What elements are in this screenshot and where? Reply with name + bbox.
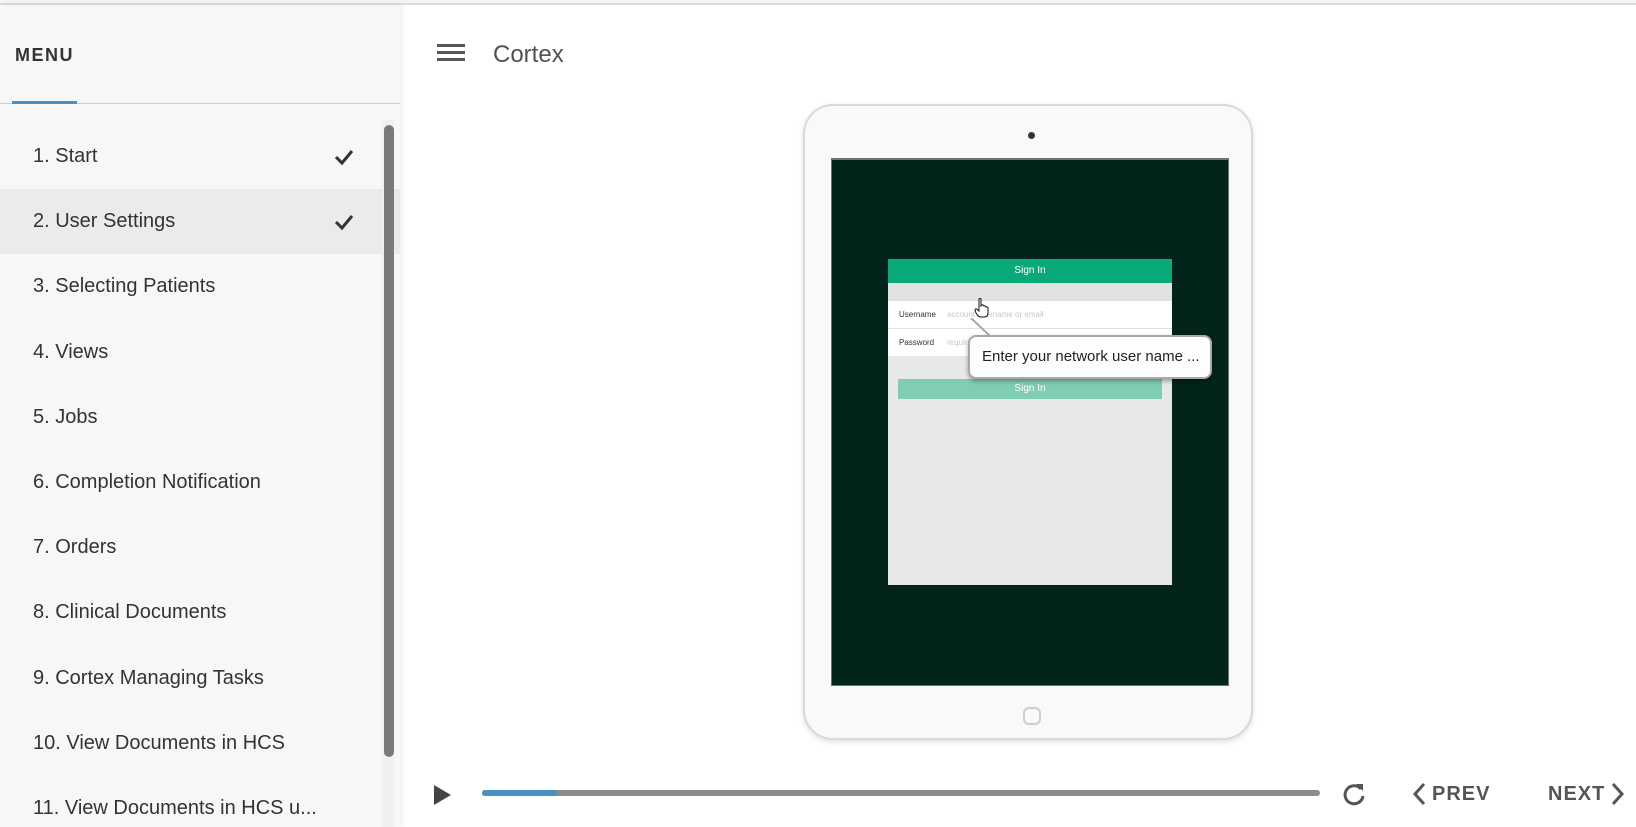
scrollbar-thumb[interactable] — [384, 125, 394, 757]
signin-header: Sign In — [888, 259, 1172, 283]
chevron-left-icon — [1412, 782, 1426, 806]
course-title: Cortex — [493, 41, 564, 68]
menu-item[interactable]: 10. View Documents in HCS — [0, 711, 400, 776]
callout-text: Enter your network user name ... — [982, 348, 1200, 365]
home-button-icon — [1023, 707, 1041, 725]
menu-item-label: 2. User Settings — [33, 210, 176, 233]
menu-tab-indicator — [12, 101, 77, 104]
menu-item-label: 6. Completion Notification — [33, 471, 261, 494]
camera-icon — [1028, 132, 1035, 139]
prev-button[interactable]: PREV — [1412, 780, 1490, 808]
username-label: Username — [899, 310, 936, 319]
password-label: Password — [899, 338, 935, 347]
username-row: Username — [888, 301, 1172, 329]
menu-item[interactable]: 4. Views — [0, 320, 400, 385]
menu-item[interactable]: 11. View Documents in HCS u... — [0, 776, 400, 827]
menu-item-label: 11. View Documents in HCS u... — [33, 796, 317, 819]
checkmark-icon — [334, 214, 354, 231]
callout-tooltip: Enter your network user name ... — [968, 335, 1212, 379]
progress-fill — [482, 790, 558, 796]
menu-item-label: 9. Cortex Managing Tasks — [33, 666, 264, 689]
prev-label: PREV — [1432, 782, 1491, 805]
next-label: NEXT — [1548, 782, 1606, 805]
menu-item[interactable]: 5. Jobs — [0, 385, 400, 450]
menu-item-label: 5. Jobs — [33, 405, 98, 428]
signin-button[interactable]: Sign In — [898, 379, 1162, 399]
menu-item-label: 8. Clinical Documents — [33, 601, 227, 624]
menu-item[interactable]: 7. Orders — [0, 515, 400, 580]
menu-list: 1. Start 2. User Settings 3. Selecting Pat… — [0, 124, 400, 827]
menu-item[interactable]: 6. Completion Notification — [0, 450, 400, 515]
menu-title[interactable]: MENU — [15, 45, 74, 66]
menu-item[interactable]: 9. Cortex Managing Tasks — [0, 646, 400, 711]
status-bar — [832, 159, 1228, 163]
checkmark-icon — [334, 149, 354, 165]
course-player: MENU 1. Start 2. User Settings 3. Selectin… — [0, 0, 1636, 827]
menu-item-label: 4. Views — [33, 340, 109, 363]
signin-panel: Sign In Username Password Sign In — [888, 259, 1172, 585]
sidebar-menu: MENU 1. Start 2. User Settings 3. Selectin… — [0, 5, 400, 827]
play-icon[interactable] — [431, 783, 453, 807]
menu-item-label: 3. Selecting Patients — [33, 275, 216, 298]
menu-item[interactable]: 1. Start — [0, 124, 400, 189]
tablet-screen: Sign In Username Password Sign In — [831, 158, 1229, 686]
signin-spacer — [888, 283, 1172, 301]
menu-header: MENU — [0, 5, 400, 104]
progress-bar[interactable] — [482, 790, 1320, 796]
menu-item-label: 10. View Documents in HCS — [33, 731, 285, 754]
hand-cursor-icon — [974, 298, 989, 318]
menu-item[interactable]: 2. User Settings — [0, 189, 400, 255]
menu-item[interactable]: 8. Clinical Documents — [0, 580, 400, 645]
next-button[interactable]: NEXT — [1548, 780, 1625, 808]
menu-item-label: 1. Start — [33, 145, 98, 168]
tablet-device: Sign In Username Password Sign In — [803, 104, 1253, 740]
hamburger-icon[interactable] — [437, 44, 465, 66]
menu-item-label: 7. Orders — [33, 536, 117, 559]
replay-icon[interactable] — [1341, 780, 1367, 808]
chevron-right-icon — [1612, 782, 1625, 806]
menu-item[interactable]: 3. Selecting Patients — [0, 254, 400, 319]
